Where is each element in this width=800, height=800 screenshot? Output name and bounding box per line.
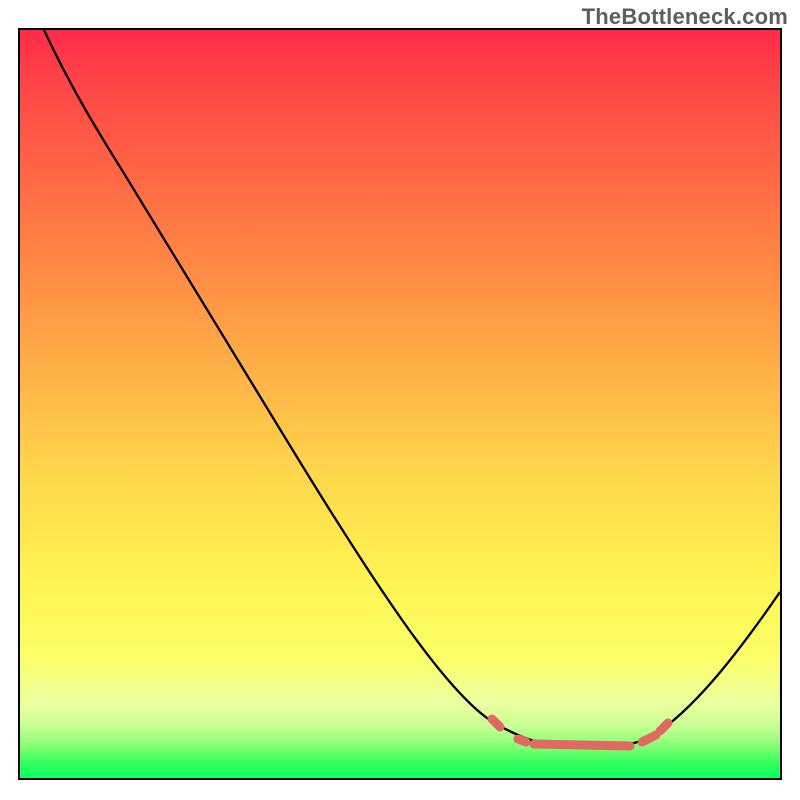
curve-line: [44, 30, 780, 748]
highlight-markers: [492, 719, 668, 746]
chart-area: [18, 28, 782, 780]
watermark-source: TheBottleneck.com: [582, 4, 788, 30]
bottleneck-curve: [20, 30, 780, 778]
